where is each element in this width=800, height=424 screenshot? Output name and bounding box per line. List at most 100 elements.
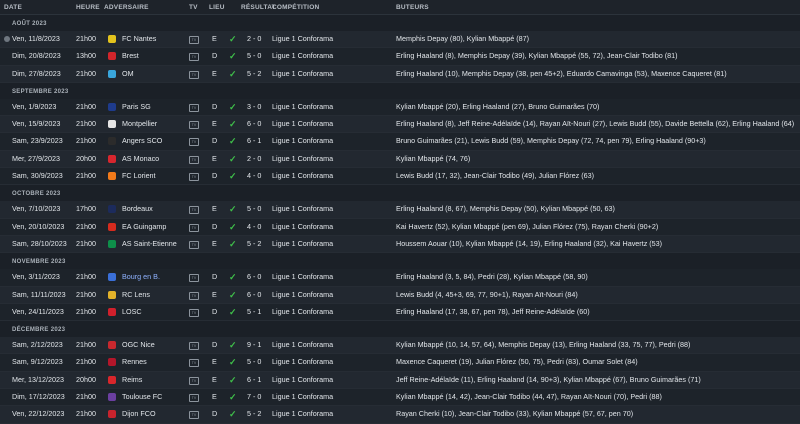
header-result[interactable]: RÉSULTAT: [241, 4, 276, 11]
opponent-link[interactable]: Paris SG: [122, 99, 151, 115]
match-competition[interactable]: Ligue 1 Conforama: [272, 168, 333, 184]
win-check-icon: ✓: [229, 357, 237, 368]
match-score[interactable]: 5 - 0: [247, 354, 261, 370]
match-score[interactable]: 5 - 1: [247, 304, 261, 320]
match-competition[interactable]: Ligue 1 Conforama: [272, 116, 333, 132]
match-venue: D: [212, 171, 218, 181]
match-score[interactable]: 6 - 0: [247, 116, 261, 132]
match-score[interactable]: 6 - 1: [247, 372, 261, 388]
header-date[interactable]: DATE: [4, 4, 22, 11]
match-competition[interactable]: Ligue 1 Conforama: [272, 236, 333, 252]
match-date: Mer, 27/9/2023: [12, 153, 60, 163]
opponent-link[interactable]: OGC Nice: [122, 337, 155, 353]
opponent-link[interactable]: Dijon FCO: [122, 406, 156, 422]
header-tv[interactable]: TV: [189, 4, 198, 11]
match-score[interactable]: 7 - 0: [247, 389, 261, 405]
match-competition[interactable]: Ligue 1 Conforama: [272, 133, 333, 149]
opponent-link[interactable]: RC Lens: [122, 287, 150, 303]
match-row[interactable]: Ven, 24/11/2023 21h00 LOSC TV D ✓ 5 - 1 …: [0, 303, 800, 322]
match-score[interactable]: 5 - 2: [247, 406, 261, 422]
header-scorers[interactable]: BUTEURS: [396, 4, 429, 11]
match-row[interactable]: Ven, 7/10/2023 17h00 Bordeaux TV E ✓ 5 -…: [0, 201, 800, 219]
match-row[interactable]: Ven, 1/9/2023 21h00 Paris SG TV D ✓ 3 - …: [0, 98, 800, 117]
match-score[interactable]: 5 - 2: [247, 236, 261, 252]
opponent-link[interactable]: AS Saint-Etienne: [122, 236, 177, 252]
match-row[interactable]: Dim, 27/8/2023 21h00 OM TV E ✓ 5 - 2 Lig…: [0, 65, 800, 83]
opponent-link[interactable]: LOSC: [122, 304, 142, 320]
opponent-link[interactable]: EA Guingamp: [122, 219, 166, 235]
match-score[interactable]: 6 - 0: [247, 287, 261, 303]
tv-icon: TV: [189, 36, 199, 44]
match-row[interactable]: Ven, 11/8/2023 21h00 FC Nantes TV E ✓ 2 …: [0, 31, 800, 49]
match-row[interactable]: Ven, 3/11/2023 21h00 Bourg en B. TV D ✓ …: [0, 269, 800, 287]
match-row[interactable]: Sam, 30/9/2023 21h00 FC Lorient TV D ✓ 4…: [0, 168, 800, 186]
match-competition[interactable]: Ligue 1 Conforama: [272, 99, 333, 115]
match-score[interactable]: 2 - 0: [247, 151, 261, 167]
match-score[interactable]: 2 - 0: [247, 31, 261, 47]
match-score[interactable]: 4 - 0: [247, 219, 261, 235]
match-score[interactable]: 3 - 0: [247, 99, 261, 115]
match-competition[interactable]: Ligue 1 Conforama: [272, 287, 333, 303]
opponent-link[interactable]: Angers SCO: [122, 133, 162, 149]
match-scorers: Erling Haaland (3, 5, 84), Pedri (28), K…: [396, 272, 588, 282]
match-competition[interactable]: Ligue 1 Conforama: [272, 389, 333, 405]
match-score[interactable]: 5 - 0: [247, 201, 261, 217]
match-row[interactable]: Mer, 27/9/2023 20h00 AS Monaco TV E ✓ 2 …: [0, 150, 800, 169]
match-row[interactable]: Sam, 9/12/2023 21h00 Rennes TV E ✓ 5 - 0…: [0, 354, 800, 372]
match-row[interactable]: Sam, 11/11/2023 21h00 RC Lens TV E ✓ 6 -…: [0, 286, 800, 304]
match-competition[interactable]: Ligue 1 Conforama: [272, 372, 333, 388]
header-opponent[interactable]: ADVERSAIRE: [104, 4, 149, 11]
opponent-link[interactable]: Brest: [122, 48, 139, 64]
header-competition[interactable]: COMPÉTITION: [272, 4, 319, 11]
match-row[interactable]: Ven, 20/10/2023 21h00 EA Guingamp TV D ✓…: [0, 218, 800, 236]
opponent-link[interactable]: Bourg en B.: [122, 269, 160, 285]
match-competition[interactable]: Ligue 1 Conforama: [272, 304, 333, 320]
opponent-link[interactable]: AS Monaco: [122, 151, 159, 167]
match-row[interactable]: Sam, 2/12/2023 21h00 OGC Nice TV D ✓ 9 -…: [0, 337, 800, 355]
tv-icon: TV: [189, 206, 199, 215]
match-row[interactable]: Dim, 20/8/2023 13h00 Brest TV D ✓ 5 - 0 …: [0, 48, 800, 66]
match-competition[interactable]: Ligue 1 Conforama: [272, 201, 333, 217]
opponent-link[interactable]: OM: [122, 66, 134, 82]
match-competition[interactable]: Ligue 1 Conforama: [272, 151, 333, 167]
match-score[interactable]: 6 - 1: [247, 133, 261, 149]
win-check-icon: ✓: [229, 221, 237, 232]
match-competition[interactable]: Ligue 1 Conforama: [272, 219, 333, 235]
match-row[interactable]: Ven, 22/12/2023 21h00 Dijon FCO TV D ✓ 5…: [0, 406, 800, 424]
match-row[interactable]: Dim, 17/12/2023 21h00 Toulouse FC TV E ✓…: [0, 389, 800, 407]
match-venue: E: [212, 68, 217, 78]
match-competition[interactable]: Ligue 1 Conforama: [272, 406, 333, 422]
match-date: Ven, 15/9/2023: [12, 119, 61, 129]
match-row[interactable]: Sam, 28/10/2023 21h00 AS Saint-Etienne T…: [0, 235, 800, 254]
header-venue[interactable]: LIEU: [209, 4, 225, 11]
match-competition[interactable]: Ligue 1 Conforama: [272, 354, 333, 370]
match-competition[interactable]: Ligue 1 Conforama: [272, 269, 333, 285]
match-row[interactable]: Ven, 15/9/2023 21h00 Montpellier TV E ✓ …: [0, 116, 800, 134]
match-row[interactable]: Mer, 13/12/2023 20h00 Reims TV E ✓ 6 - 1…: [0, 371, 800, 390]
match-competition[interactable]: Ligue 1 Conforama: [272, 337, 333, 353]
match-score[interactable]: 4 - 0: [247, 168, 261, 184]
opponent-link[interactable]: Rennes: [122, 354, 147, 370]
match-competition[interactable]: Ligue 1 Conforama: [272, 66, 333, 82]
club-crest-icon: [108, 69, 116, 78]
match-date: Ven, 3/11/2023: [12, 272, 60, 282]
opponent-link[interactable]: Montpellier: [122, 116, 157, 132]
match-score[interactable]: 6 - 0: [247, 269, 261, 285]
match-venue: E: [212, 289, 217, 299]
opponent-link[interactable]: FC Nantes: [122, 31, 156, 47]
match-score[interactable]: 9 - 1: [247, 337, 261, 353]
match-score[interactable]: 5 - 0: [247, 48, 261, 64]
opponent-link[interactable]: Reims: [122, 372, 142, 388]
match-date: Ven, 7/10/2023: [12, 204, 61, 214]
header-time[interactable]: HEURE: [76, 4, 100, 11]
opponent-link[interactable]: FC Lorient: [122, 168, 156, 184]
opponent-link[interactable]: Bordeaux: [122, 201, 153, 217]
win-check-icon: ✓: [229, 34, 237, 44]
win-check-icon: ✓: [229, 306, 237, 317]
match-row[interactable]: Sam, 23/9/2023 21h00 Angers SCO TV D ✓ 6…: [0, 133, 800, 151]
match-competition[interactable]: Ligue 1 Conforama: [272, 31, 333, 47]
opponent-link[interactable]: Toulouse FC: [122, 389, 162, 405]
match-scorers: Erling Haaland (8), Memphis Depay (39), …: [396, 51, 678, 61]
match-competition[interactable]: Ligue 1 Conforama: [272, 48, 333, 64]
match-score[interactable]: 5 - 2: [247, 66, 261, 82]
